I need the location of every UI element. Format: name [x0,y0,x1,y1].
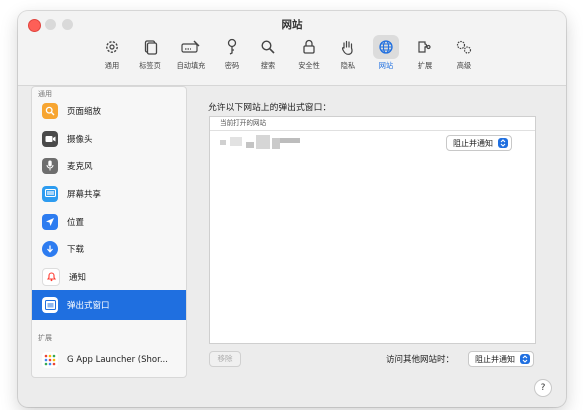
sidebar-item-downloads[interactable]: 下载 [32,235,186,262]
app-launcher-icon [42,351,58,368]
remove-button[interactable]: 移除 [209,351,241,367]
toolbar-label: 网站 [378,61,394,70]
table-row[interactable]: 阻止并通知 [210,131,535,153]
screen-share-icon [42,185,58,202]
dropdown-value: 阻止并通知 [475,354,515,364]
sidebar-item-label: 摄像头 [67,134,93,145]
bell-icon [42,267,60,286]
camera-icon [42,130,58,147]
toolbar-search[interactable]: 搜索 [253,35,283,81]
help-button[interactable]: ? [534,379,552,397]
site-popup-setting-dropdown[interactable]: 阻止并通知 [446,135,512,151]
toolbar-advanced[interactable]: 高级 [449,35,479,81]
other-sites-label: 访问其他网站时： [386,355,455,365]
titlebar: 网站 通用 标签页 自动填充 密码 搜索 安全性 隐私 网站 扩展 高级 [18,11,566,86]
gear-icon [99,35,125,59]
window-title: 网站 [281,19,303,31]
microphone-icon [42,157,58,174]
sidebar-item-popup-windows[interactable]: 弹出式窗口 [32,290,186,320]
location-icon [42,213,58,230]
key-icon [219,35,245,59]
tabs-icon [137,35,163,59]
toolbar-general[interactable]: 通用 [97,35,127,81]
toolbar-label: 通用 [104,61,120,70]
toolbar-label: 安全性 [298,61,320,70]
toolbar-label: 隐私 [340,61,356,70]
dropdown-value: 阻止并通知 [453,138,493,148]
sites-table[interactable]: 当前打开的网站 阻止并通知 [209,116,536,344]
toolbar-autofill[interactable]: 自动填充 [173,35,209,81]
download-icon [42,240,58,257]
sidebar-item-microphone[interactable]: 麦克风 [32,152,186,179]
toolbar-label: 标签页 [139,61,161,70]
toolbar-extensions[interactable]: 扩展 [410,35,440,81]
sidebar-item-camera[interactable]: 摄像头 [32,125,186,152]
sidebar-item-label: 屏幕共享 [67,189,102,200]
toolbar-label: 搜索 [260,61,276,70]
popup-settings-heading: 允许以下网站上的弹出式窗口： [208,103,332,113]
sidebar-item-location[interactable]: 位置 [32,208,186,235]
chevron-up-down-icon [498,138,508,148]
sidebar-item-page-zoom[interactable]: 页面缩放 [32,97,186,124]
globe-icon [373,35,399,59]
toolbar-websites[interactable]: 网站 [371,35,401,81]
main-content: 允许以下网站上的弹出式窗口： 当前打开的网站 阻止并通知 移除 访问其他网站时：… [206,86,558,386]
sidebar-item-label: 位置 [67,217,85,228]
sidebar-item-label: 麦克风 [67,161,93,172]
toolbar-passwords[interactable]: 密码 [217,35,247,81]
sidebar-item-screen-sharing[interactable]: 屏幕共享 [32,180,186,207]
toolbar-security[interactable]: 安全性 [292,35,326,81]
zoom-icon [42,102,58,119]
toolbar-label: 自动填充 [176,61,206,70]
site-favicon-redacted [220,135,305,149]
other-sites-dropdown[interactable]: 阻止并通知 [468,351,534,367]
gears-icon [451,35,477,59]
toolbar-label: 扩展 [417,61,433,70]
toolbar-label: 高级 [456,61,472,70]
sidebar-item-label: 下载 [67,244,85,255]
table-header: 当前打开的网站 [210,117,535,131]
lock-icon [296,35,322,59]
toolbar-tabs[interactable]: 标签页 [135,35,165,81]
hand-icon [335,35,361,59]
puzzle-icon [412,35,438,59]
search-icon [255,35,281,59]
chevron-up-down-icon [520,354,530,364]
popup-window-icon [42,297,58,313]
sidebar-item-label: G App Launcher (Shor... [67,354,168,365]
toolbar-label: 密码 [224,61,240,70]
sidebar-item-label: 通知 [69,272,87,283]
autofill-icon [178,35,204,59]
safari-settings-window: 网站 通用 标签页 自动填充 密码 搜索 安全性 隐私 网站 扩展 高级 通用 … [18,11,566,407]
sidebar-item-extension[interactable]: G App Launcher (Shor... [32,346,186,373]
sidebar-item-label: 页面缩放 [67,106,102,117]
sidebar[interactable]: 通用 页面缩放 摄像头 麦克风 屏幕共享 位置 下载 通知 弹出式窗口 扩展 G… [31,86,187,378]
sidebar-section-extensions: 扩展 [38,334,52,342]
sidebar-item-notifications[interactable]: 通知 [32,263,186,290]
sidebar-item-label: 弹出式窗口 [67,301,110,311]
toolbar-privacy[interactable]: 隐私 [333,35,363,81]
